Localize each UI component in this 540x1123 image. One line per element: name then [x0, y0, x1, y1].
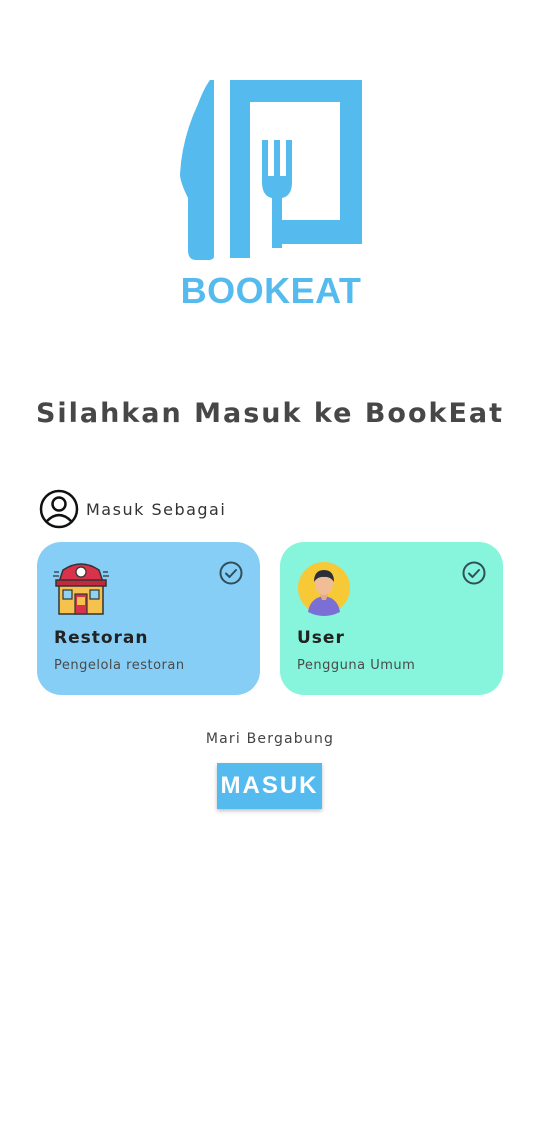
check-circle-icon [219, 561, 243, 585]
page-title: Silahkan Masuk ke BookEat [35, 398, 505, 429]
login-button[interactable]: MASUK [217, 763, 322, 809]
role-card-user[interactable]: User Pengguna Umum [280, 542, 503, 695]
role-name: Restoran [54, 628, 149, 648]
role-description: Pengelola restoran [54, 658, 185, 673]
join-text: Mari Bergabung [205, 731, 335, 747]
brand-name: BOOKEAT [180, 270, 362, 311]
person-avatar-icon [298, 562, 350, 616]
user-circle-icon [39, 489, 79, 529]
check-circle-icon [462, 561, 486, 585]
role-prompt: Masuk Sebagai [39, 488, 226, 530]
role-prompt-label: Masuk Sebagai [86, 499, 227, 519]
role-card-restoran[interactable]: Restoran Pengelola restoran [37, 542, 260, 695]
restaurant-building-icon [53, 563, 109, 615]
role-name: User [297, 628, 345, 648]
role-description: Pengguna Umum [297, 658, 416, 673]
